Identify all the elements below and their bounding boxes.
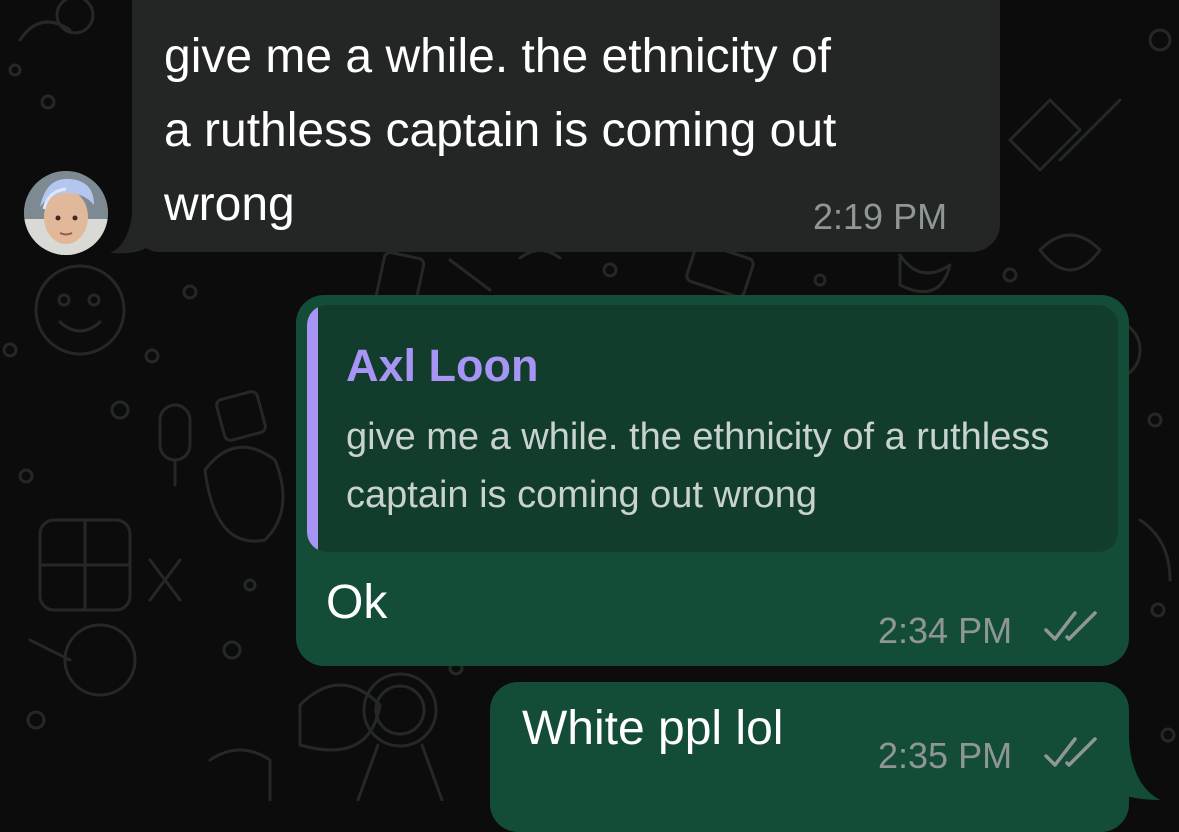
- incoming-message-time: 2:19 PM: [813, 196, 948, 237]
- reply-message-time: 2:34 PM: [878, 610, 1013, 651]
- incoming-bubble-tail: [110, 215, 150, 254]
- last-message-text: White ppl lol: [522, 702, 784, 755]
- double-check-icon: [1044, 737, 1097, 767]
- quoted-sender-name: Axl Loon: [346, 340, 539, 391]
- reply-message-text: Ok: [326, 576, 388, 629]
- contact-photo: [24, 171, 108, 255]
- quoted-message-text: give me a while. the ethnicity of a ruth…: [346, 416, 1050, 516]
- avatar[interactable]: [24, 171, 108, 255]
- outgoing-bubble-tail: [1110, 740, 1160, 800]
- last-message-time: 2:35 PM: [878, 735, 1013, 776]
- double-check-icon: [1044, 611, 1097, 641]
- quote-accent-bar: [307, 305, 318, 552]
